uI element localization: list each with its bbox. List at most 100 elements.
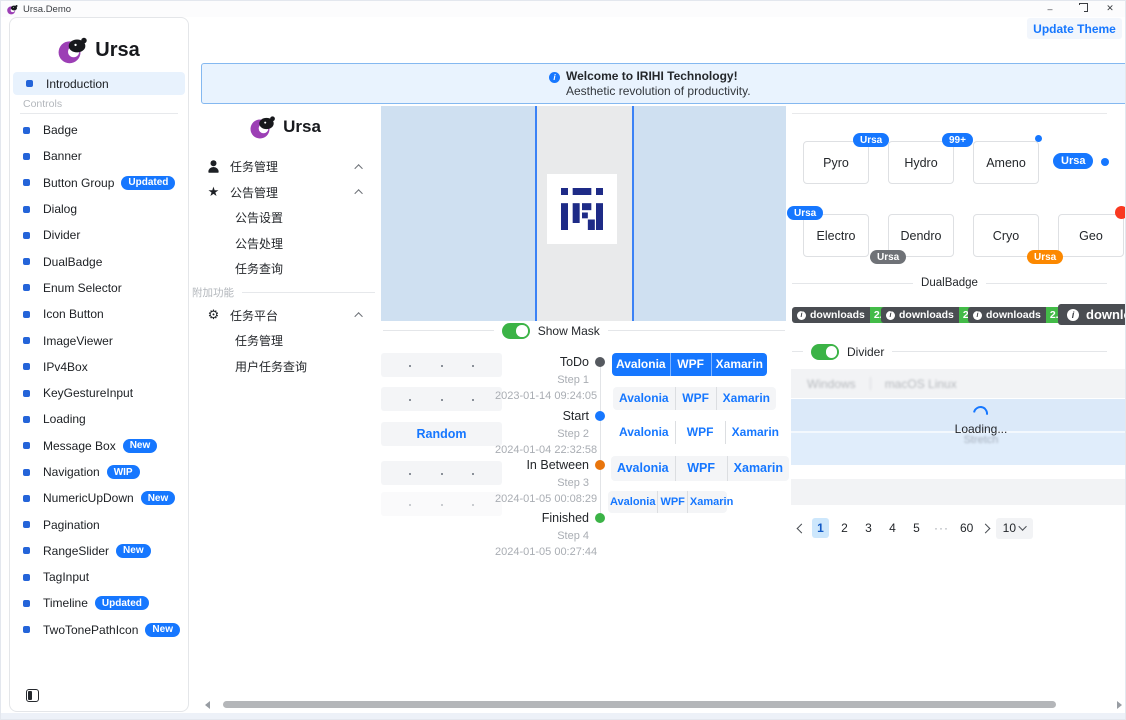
sidebar-item-rangeslider[interactable]: RangeSliderNew	[10, 538, 188, 564]
menu-item-user-task-query[interactable]: 用户任务查询	[190, 354, 381, 380]
page-button-2[interactable]: 2	[836, 518, 853, 538]
horizontal-scrollbar-thumb[interactable]	[223, 701, 1056, 708]
close-button[interactable]: ✕	[1095, 1, 1125, 16]
timeline-step: Step 2	[495, 428, 589, 440]
wpf-button[interactable]: WPF	[675, 456, 727, 481]
sidebar-item-loading[interactable]: Loading	[10, 406, 188, 432]
sidebar-item-imageviewer[interactable]: ImageViewer	[10, 327, 188, 353]
avalonia-button[interactable]: Avalonia	[613, 421, 675, 444]
badge-card-electro: Electro	[803, 214, 869, 257]
minimize-button[interactable]: –	[1035, 1, 1065, 16]
avalonia-button[interactable]: Avalonia	[608, 491, 657, 513]
wpf-button[interactable]: WPF	[675, 421, 725, 444]
page-button-5[interactable]: 5	[908, 518, 925, 538]
scroll-right-arrow[interactable]	[1117, 701, 1122, 709]
sidebar-item-numericupdown[interactable]: NumericUpDownNew	[10, 485, 188, 511]
sidebar-item-navigation[interactable]: NavigationWIP	[10, 459, 188, 485]
page-button-3[interactable]: 3	[860, 518, 877, 538]
sidebar-item-dualbadge[interactable]: DualBadge	[10, 248, 188, 274]
ipv4-demo: Random	[381, 351, 502, 521]
status-badge: Updated	[121, 176, 175, 190]
avalonia-button[interactable]: Avalonia	[613, 387, 675, 410]
octet-separator	[441, 399, 443, 401]
menu-item-announcement-settings[interactable]: 公告设置	[190, 205, 381, 231]
xamarin-button[interactable]: Xamarin	[725, 421, 785, 444]
divider-toggle[interactable]	[811, 344, 839, 360]
sidebar-item-ipv4box[interactable]: IPv4Box	[10, 354, 188, 380]
page-button-60[interactable]: 60	[958, 518, 975, 538]
random-button[interactable]: Random	[381, 422, 502, 446]
menu-item-task-query[interactable]: 任务查询	[190, 256, 381, 282]
sidebar-collapse-button[interactable]	[26, 689, 39, 702]
button-group-borderless: Avalonia WPF Xamarin	[613, 421, 785, 444]
ipv4-input[interactable]	[381, 387, 502, 411]
section-divider	[242, 292, 375, 293]
sidebar-item-taginput[interactable]: TagInput	[10, 564, 188, 590]
wpf-button[interactable]: WPF	[657, 491, 686, 513]
welcome-banner: i Welcome to IRIHI Technology! Aesthetic…	[201, 63, 1126, 104]
menu-item-task-management-2[interactable]: 任务管理	[190, 328, 381, 354]
next-page-icon[interactable]	[981, 523, 991, 533]
sidebar-item-label: KeyGestureInput	[43, 386, 133, 400]
menu-item-task-platform[interactable]: ⚙ 任务平台	[190, 303, 381, 329]
wpf-button[interactable]: WPF	[675, 387, 716, 410]
image-viewer[interactable]	[381, 106, 786, 321]
platform-label: Windows	[807, 377, 856, 391]
xamarin-button[interactable]: Xamarin	[711, 353, 767, 376]
ellipsis-icon[interactable]: ···	[932, 518, 951, 538]
section-divider	[792, 113, 1107, 114]
wpf-button[interactable]: WPF	[670, 353, 711, 376]
timeline-title: ToDo	[495, 355, 589, 369]
menu-item-announcement-management[interactable]: ★ 公告管理	[190, 180, 381, 206]
ursa-logo-icon	[250, 115, 276, 139]
sidebar-item-twotonepathicon[interactable]: TwoTonePathIconNew	[10, 617, 188, 643]
dualbadge-divider: DualBadge	[792, 277, 1107, 289]
sidebar-item-dialog[interactable]: Dialog	[10, 196, 188, 222]
sidebar-item-pagination[interactable]: Pagination	[10, 511, 188, 537]
prev-page-icon[interactable]	[797, 523, 807, 533]
divider-line	[792, 351, 803, 352]
timeline-dot	[595, 460, 605, 470]
ipv4-input[interactable]	[381, 461, 502, 485]
restore-button[interactable]	[1065, 1, 1095, 16]
sidebar-item-timeline[interactable]: TimelineUpdated	[10, 590, 188, 616]
xamarin-button[interactable]: Xamarin	[727, 456, 789, 481]
menu-item-announcement-processing[interactable]: 公告处理	[190, 231, 381, 257]
divider-toggle-label: Divider	[847, 345, 884, 359]
dual-badge-left: downloads	[899, 309, 954, 321]
sidebar-item-introduction[interactable]: Introduction	[13, 72, 185, 95]
chevron-down-icon	[1018, 522, 1026, 530]
xamarin-button[interactable]: Xamarin	[687, 491, 735, 513]
mask-boundary-line[interactable]	[535, 106, 537, 321]
timeline-entry: Start Step 2 2024-01-04 22:32:58	[495, 409, 589, 456]
mask-boundary-line[interactable]	[632, 106, 634, 321]
sidebar-item-label: ImageViewer	[43, 334, 113, 348]
sidebar-item-enum-selector[interactable]: Enum Selector	[10, 275, 188, 301]
update-theme-button[interactable]: Update Theme	[1027, 18, 1122, 39]
sidebar-item-message-box[interactable]: Message BoxNew	[10, 433, 188, 459]
count-badge: 99+	[942, 133, 973, 147]
scroll-left-arrow[interactable]	[205, 701, 210, 709]
xamarin-button[interactable]: Xamarin	[716, 387, 776, 410]
ipv4-input[interactable]	[381, 353, 502, 377]
sidebar-item-keygestureinput[interactable]: KeyGestureInput	[10, 380, 188, 406]
button-group-solid: Avalonia WPF Xamarin	[612, 353, 767, 376]
avalonia-button[interactable]: Avalonia	[611, 456, 675, 481]
sidebar-item-label: NumericUpDown	[43, 491, 134, 505]
page-button-1[interactable]: 1	[812, 518, 829, 538]
sidebar-item-divider[interactable]: Divider	[10, 222, 188, 248]
sidebar-item-badge[interactable]: Badge	[10, 117, 188, 143]
sidebar-item-button-group[interactable]: Button GroupUpdated	[10, 170, 188, 196]
info-icon: i	[1067, 309, 1079, 321]
menu-item-label: 用户任务查询	[235, 358, 307, 375]
sidebar-item-banner[interactable]: Banner	[10, 143, 188, 169]
bullet-icon	[23, 600, 30, 607]
sidebar-item-icon-button[interactable]: Icon Button	[10, 301, 188, 327]
avalonia-button[interactable]: Avalonia	[612, 353, 670, 376]
show-mask-toggle[interactable]	[502, 323, 530, 339]
bullet-icon	[23, 416, 30, 423]
page-size-select[interactable]: 10	[996, 518, 1033, 539]
status-badge: Updated	[95, 596, 149, 610]
menu-item-task-management[interactable]: 任务管理	[190, 154, 381, 180]
page-button-4[interactable]: 4	[884, 518, 901, 538]
